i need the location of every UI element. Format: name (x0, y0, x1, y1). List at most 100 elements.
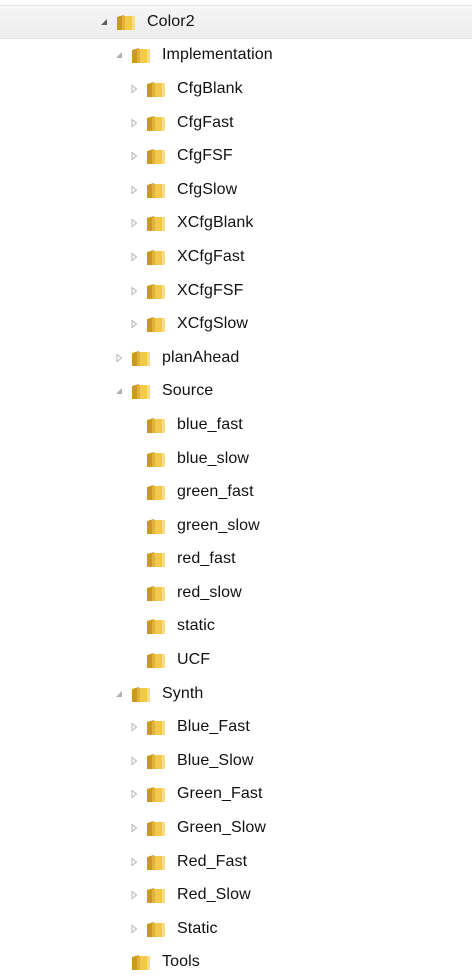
tree-node-label: Color2 (147, 12, 195, 30)
collapsed-arrow-icon[interactable] (127, 787, 141, 801)
tree-node-label: Source (162, 382, 214, 400)
tree-node-label: Implementation (162, 46, 273, 64)
expanded-arrow-icon[interactable] (112, 687, 126, 701)
folder-icon (145, 852, 167, 872)
folder-icon (145, 784, 167, 804)
collapsed-arrow-icon[interactable] (112, 351, 126, 365)
folder-icon (145, 616, 167, 636)
tree-node-xcfgblank[interactable]: XCfgBlank (0, 207, 472, 241)
tree-node-color2[interactable]: Color2 (0, 5, 472, 39)
folder-icon (115, 12, 137, 32)
tree-node-label: static (177, 617, 215, 635)
tree-node-cfgslow[interactable]: CfgSlow (0, 173, 472, 207)
tree-node-label: Red_Slow (177, 886, 251, 904)
tree-node-ucf[interactable]: UCF (0, 643, 472, 677)
tree-node-implementation[interactable]: Implementation (0, 39, 472, 73)
collapsed-arrow-icon[interactable] (127, 149, 141, 163)
folder-icon (145, 818, 167, 838)
tree-node-label: Red_Fast (177, 852, 248, 870)
collapsed-arrow-icon[interactable] (127, 250, 141, 264)
tree-node-label: Green_Slow (177, 819, 267, 837)
tree-node-synth-green-fast[interactable]: Green_Fast (0, 778, 472, 812)
expanded-arrow-icon[interactable] (112, 384, 126, 398)
tree-node-xcfgfsf[interactable]: XCfgFSF (0, 274, 472, 308)
folder-icon (130, 348, 152, 368)
folder-icon (145, 213, 167, 233)
tree-node-label: XCfgSlow (177, 315, 249, 333)
tree-node-label: UCF (177, 651, 211, 669)
tree-node-green-slow[interactable]: green_slow (0, 509, 472, 543)
folder-icon (145, 79, 167, 99)
tree-node-synth-red-fast[interactable]: Red_Fast (0, 845, 472, 879)
tree-node-label: Synth (162, 684, 204, 702)
folder-icon (145, 281, 167, 301)
expanded-arrow-icon[interactable] (112, 48, 126, 62)
tree-node-xcfgslow[interactable]: XCfgSlow (0, 307, 472, 341)
tree-node-label: XCfgFast (177, 247, 245, 265)
collapsed-arrow-icon[interactable] (127, 922, 141, 936)
tree-node-green-fast[interactable]: green_fast (0, 475, 472, 509)
tree-node-cfgfsf[interactable]: CfgFSF (0, 139, 472, 173)
folder-icon (145, 549, 167, 569)
folder-tree: Color2 Implementation CfgBlank CfgFast C… (0, 5, 472, 979)
folder-icon (145, 113, 167, 133)
tree-node-label: Blue_Slow (177, 751, 254, 769)
folder-icon (145, 180, 167, 200)
tree-node-synth-blue-fast[interactable]: Blue_Fast (0, 710, 472, 744)
folder-icon (145, 650, 167, 670)
tree-node-red-fast[interactable]: red_fast (0, 543, 472, 577)
tree-node-synth-green-slow[interactable]: Green_Slow (0, 811, 472, 845)
tree-node-planahead[interactable]: planAhead (0, 341, 472, 375)
tree-node-label: Static (177, 919, 218, 937)
folder-icon (145, 583, 167, 603)
collapsed-arrow-icon[interactable] (127, 720, 141, 734)
collapsed-arrow-icon[interactable] (127, 183, 141, 197)
folder-icon (130, 45, 152, 65)
collapsed-arrow-icon[interactable] (127, 82, 141, 96)
tree-node-label: blue_fast (177, 415, 243, 433)
tree-node-label: Tools (162, 953, 200, 971)
folder-icon (145, 482, 167, 502)
tree-node-xcfgfast[interactable]: XCfgFast (0, 240, 472, 274)
folder-icon (130, 952, 152, 972)
tree-node-cfgfast[interactable]: CfgFast (0, 106, 472, 140)
tree-node-synth-static[interactable]: Static (0, 912, 472, 946)
folder-icon (145, 247, 167, 267)
expanded-arrow-icon[interactable] (97, 15, 111, 29)
tree-node-label: CfgSlow (177, 180, 238, 198)
tree-node-static[interactable]: static (0, 610, 472, 644)
collapsed-arrow-icon[interactable] (127, 855, 141, 869)
folder-icon (145, 751, 167, 771)
collapsed-arrow-icon[interactable] (127, 116, 141, 130)
tree-node-source[interactable]: Source (0, 375, 472, 409)
collapsed-arrow-icon[interactable] (127, 821, 141, 835)
collapsed-arrow-icon[interactable] (127, 317, 141, 331)
folder-icon (145, 516, 167, 536)
folder-icon (145, 885, 167, 905)
tree-node-blue-fast[interactable]: blue_fast (0, 408, 472, 442)
tree-node-label: XCfgFSF (177, 281, 244, 299)
folder-icon (145, 415, 167, 435)
tree-node-synth-red-slow[interactable]: Red_Slow (0, 878, 472, 912)
tree-node-tools[interactable]: Tools (0, 946, 472, 979)
folder-icon (130, 381, 152, 401)
collapsed-arrow-icon[interactable] (127, 888, 141, 902)
tree-node-label: CfgBlank (177, 79, 243, 97)
tree-node-label: red_fast (177, 550, 236, 568)
tree-node-label: Blue_Fast (177, 718, 250, 736)
tree-node-synth-blue-slow[interactable]: Blue_Slow (0, 744, 472, 778)
tree-node-synth[interactable]: Synth (0, 677, 472, 711)
tree-node-label: green_fast (177, 483, 254, 501)
tree-node-label: blue_slow (177, 449, 250, 467)
tree-node-blue-slow[interactable]: blue_slow (0, 442, 472, 476)
tree-node-label: red_slow (177, 583, 242, 601)
collapsed-arrow-icon[interactable] (127, 754, 141, 768)
tree-node-red-slow[interactable]: red_slow (0, 576, 472, 610)
tree-node-label: CfgFSF (177, 147, 233, 165)
folder-icon (145, 449, 167, 469)
collapsed-arrow-icon[interactable] (127, 284, 141, 298)
collapsed-arrow-icon[interactable] (127, 216, 141, 230)
folder-icon (145, 919, 167, 939)
tree-node-cfgblank[interactable]: CfgBlank (0, 72, 472, 106)
tree-node-label: Green_Fast (177, 785, 263, 803)
